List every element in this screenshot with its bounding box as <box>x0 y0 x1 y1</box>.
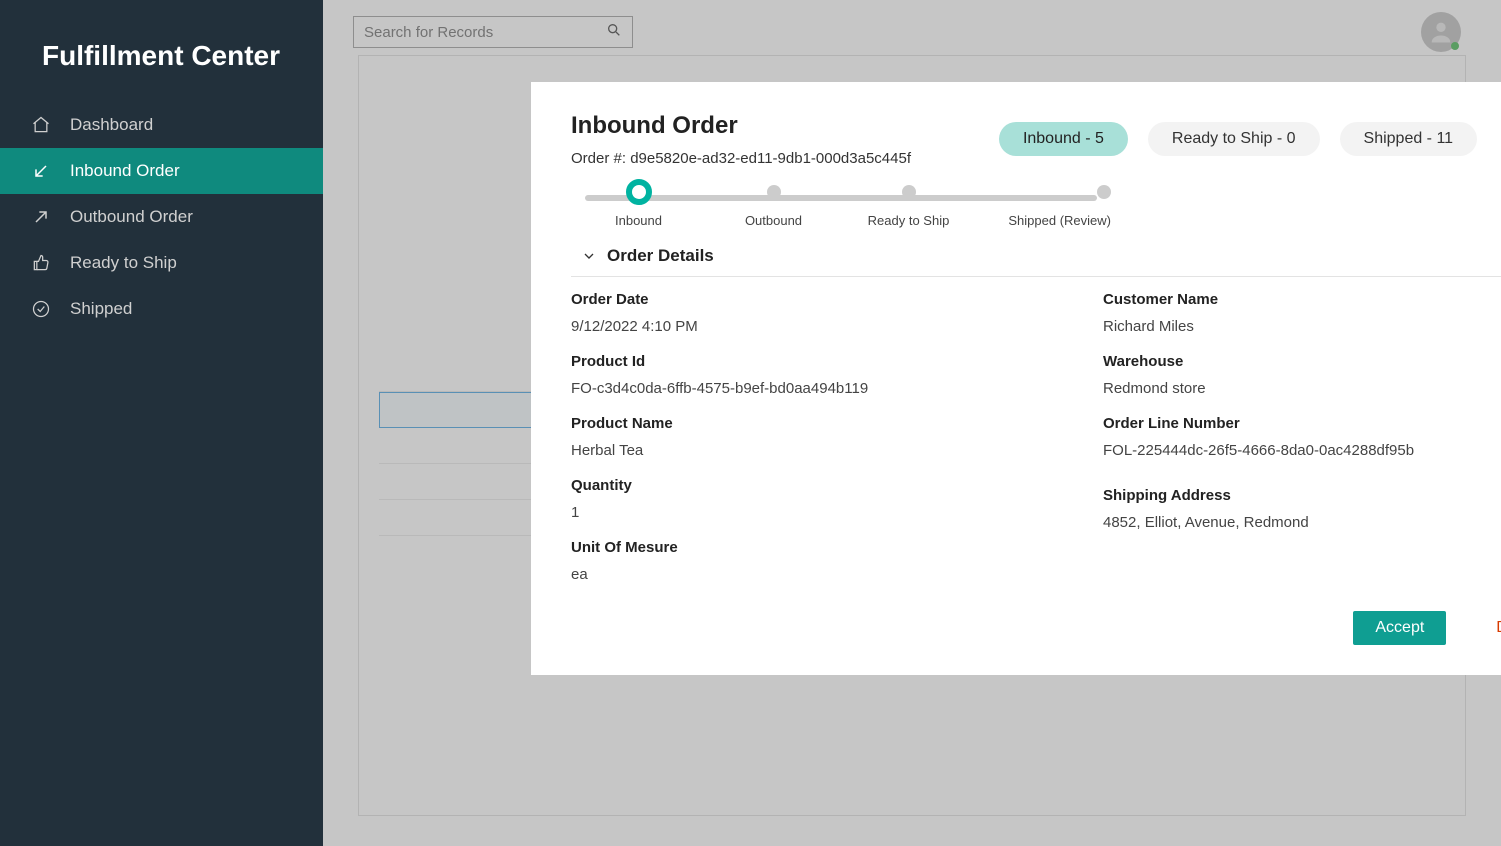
step-label: Outbound <box>745 213 802 228</box>
order-number-prefix: Order #: <box>571 150 630 167</box>
accept-button[interactable]: Accept <box>1353 611 1446 645</box>
progress-stepper: Inbound Outbound Ready to Ship Shipped (… <box>571 185 1111 228</box>
step-dot-inbound <box>626 179 652 205</box>
thumbs-up-icon <box>30 252 52 274</box>
step-dot-outbound <box>767 185 781 199</box>
product-id-label: Product Id <box>571 353 1063 370</box>
nav-item-outbound-order[interactable]: Outbound Order <box>0 194 323 240</box>
filter-pill-ready-to-ship[interactable]: Ready to Ship - 0 <box>1148 122 1320 156</box>
inbound-order-modal: Inbound Order Order #: d9e5820e-ad32-ed1… <box>531 82 1501 675</box>
arrow-up-right-icon <box>30 206 52 228</box>
modal-overlay: Inbound Order Order #: d9e5820e-ad32-ed1… <box>323 0 1501 846</box>
product-id-value: FO-c3d4c0da-6ffb-4575-b9ef-bd0aa494b119 <box>571 380 1063 397</box>
order-number-value: d9e5820e-ad32-ed11-9db1-000d3a5c445f <box>630 150 911 167</box>
nav-item-inbound-order[interactable]: Inbound Order <box>0 148 323 194</box>
shipping-address-value: 4852, Elliot, Avenue, Redmond <box>1103 514 1501 531</box>
order-date-value: 9/12/2022 4:10 PM <box>571 318 1063 335</box>
nav-item-shipped[interactable]: Shipped <box>0 286 323 332</box>
section-title: Order Details <box>607 246 714 266</box>
uom-value: ea <box>571 566 1063 583</box>
nav-label: Outbound Order <box>70 207 193 227</box>
step-label: Shipped (Review) <box>1008 213 1111 228</box>
step-label: Inbound <box>615 213 662 228</box>
nav-label: Ready to Ship <box>70 253 177 273</box>
app-title: Fulfillment Center <box>0 0 323 102</box>
filter-pill-shipped[interactable]: Shipped - 11 <box>1340 122 1478 156</box>
customer-name-label: Customer Name <box>1103 291 1501 308</box>
nav-item-dashboard[interactable]: Dashboard <box>0 102 323 148</box>
nav-label: Inbound Order <box>70 161 180 181</box>
order-line-label: Order Line Number <box>1103 415 1501 432</box>
order-number: Order #: d9e5820e-ad32-ed11-9db1-000d3a5… <box>571 150 911 167</box>
warehouse-label: Warehouse <box>1103 353 1501 370</box>
product-name-value: Herbal Tea <box>571 442 1063 459</box>
step-label: Ready to Ship <box>868 213 950 228</box>
shipping-address-label: Shipping Address <box>1103 487 1501 504</box>
arrow-down-left-icon <box>30 160 52 182</box>
modal-title: Inbound Order <box>571 112 911 140</box>
product-name-label: Product Name <box>571 415 1063 432</box>
quantity-value: 1 <box>571 504 1063 521</box>
nav-label: Dashboard <box>70 115 153 135</box>
nav-label: Shipped <box>70 299 132 319</box>
order-date-label: Order Date <box>571 291 1063 308</box>
step-dot-ready-to-ship <box>902 185 916 199</box>
main-content: Inbound Order Order #: d9e5820e-ad32-ed1… <box>323 0 1501 846</box>
warehouse-value: Redmond store <box>1103 380 1501 397</box>
filter-pill-inbound[interactable]: Inbound - 5 <box>999 122 1128 156</box>
home-icon <box>30 114 52 136</box>
section-order-details-header[interactable]: Order Details <box>571 236 1501 277</box>
quantity-label: Quantity <box>571 477 1063 494</box>
step-dot-shipped <box>1097 185 1111 199</box>
chevron-down-icon <box>581 248 597 264</box>
sidebar: Fulfillment Center Dashboard Inbound Ord… <box>0 0 323 846</box>
check-circle-icon <box>30 298 52 320</box>
customer-name-value: Richard Miles <box>1103 318 1501 335</box>
uom-label: Unit Of Mesure <box>571 539 1063 556</box>
order-line-value: FOL-225444dc-26f5-4666-8da0-0ac4288df95b <box>1103 442 1501 459</box>
nav-item-ready-to-ship[interactable]: Ready to Ship <box>0 240 323 286</box>
decline-order-button[interactable]: Decline Order <box>1496 619 1501 637</box>
